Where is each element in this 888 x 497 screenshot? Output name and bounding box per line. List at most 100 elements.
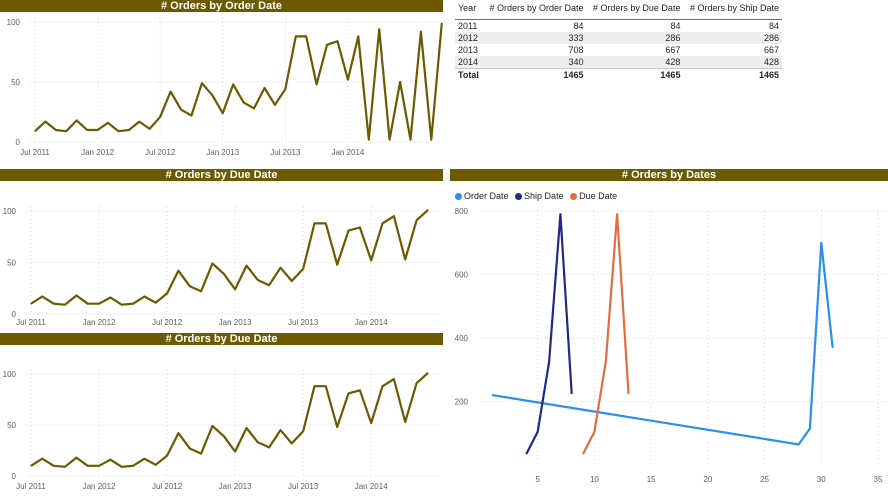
chart-orders-by-due-date-2[interactable]: # Orders by Due Date 0 50 100 Jul 2011 Jan 2…: [0, 333, 443, 497]
data-point: [268, 284, 270, 286]
data-point: [295, 35, 297, 38]
column-header[interactable]: # Orders by Order Date: [482, 0, 587, 20]
data-point: [430, 139, 432, 141]
table-cell: 428: [586, 56, 684, 69]
data-point: [415, 382, 418, 384]
data-point: [107, 122, 109, 124]
data-point: [809, 427, 811, 430]
series-line: [30, 209, 429, 306]
chart-orders-by-order-date[interactable]: # Orders by Order Date 0 50 100 Jul 2011 Jan…: [0, 0, 443, 160]
data-point: [245, 264, 248, 267]
table-total-row: Total 1465 1465 1465: [455, 68, 782, 81]
data-point: [169, 91, 172, 93]
data-point: [347, 229, 350, 232]
data-point: [491, 394, 493, 396]
data-point: [605, 361, 607, 363]
data-point: [370, 422, 372, 424]
y-tick-label: 0: [16, 138, 21, 147]
x-tick-label: Jul 2011: [20, 148, 50, 157]
data-point: [166, 292, 168, 294]
data-point: [525, 453, 527, 455]
data-point: [415, 219, 418, 221]
y-tick-label: 100: [7, 18, 21, 27]
legend-label: Due Date: [579, 191, 618, 201]
data-point: [336, 263, 338, 266]
data-point: [268, 446, 270, 449]
data-point: [211, 94, 213, 96]
data-point: [274, 104, 276, 106]
table-cell: 84: [573, 21, 584, 31]
column-header[interactable]: # Orders by Due Date: [586, 0, 684, 20]
x-tick-label: Jan 2012: [83, 482, 116, 491]
table-header-row: Year # Orders by Order Date # Orders by …: [455, 0, 782, 20]
data-point: [189, 285, 191, 287]
data-point: [420, 31, 422, 33]
y-tick-label: 50: [7, 421, 16, 430]
x-tick-label: Jul 2013: [288, 482, 319, 491]
table-cell: 667: [665, 45, 681, 55]
data-point: [98, 465, 100, 467]
data-point: [399, 81, 401, 83]
data-point: [325, 385, 327, 387]
data-point: [234, 450, 236, 453]
y-tick-label: 50: [11, 78, 20, 87]
data-point: [404, 421, 406, 423]
x-tick-label: 30: [817, 475, 826, 484]
orders-matrix-table: Year # Orders by Order Date # Orders by …: [455, 0, 782, 81]
legend-item[interactable]: Due Date: [570, 191, 617, 201]
series-line: [492, 241, 834, 446]
table-cell: 84: [670, 21, 681, 31]
data-point: [109, 459, 111, 461]
line-chart-svg: 0 50 100 Jul 2011 Jan 2012 Jul 2012 Jan 2013 Ju…: [7, 18, 443, 157]
data-point: [537, 431, 539, 433]
table-cell: 84: [768, 21, 779, 31]
column-header[interactable]: # Orders by Ship Date: [683, 0, 782, 20]
chart-orders-by-due-date[interactable]: # Orders by Due Date 0 50 100 Jul 2011 Jan 2…: [0, 169, 443, 329]
data-point: [427, 372, 429, 374]
data-point: [336, 426, 338, 428]
data-point: [571, 392, 573, 395]
data-point: [41, 458, 43, 460]
table-cell: 1465: [683, 68, 782, 81]
column-header[interactable]: Year: [455, 0, 483, 20]
data-point: [155, 464, 157, 466]
legend-label: Order Date: [464, 191, 509, 201]
data-point: [190, 115, 193, 117]
data-point: [75, 294, 77, 297]
line-chart-svg: 200 400 600 800 5 10 15 20 25 30 35: [455, 207, 886, 484]
data-point: [53, 303, 55, 305]
data-point: [96, 129, 99, 131]
data-point: [378, 28, 380, 30]
x-tick-label: Jan 2012: [83, 318, 116, 327]
table-cell: 1465: [482, 68, 587, 81]
data-point: [201, 82, 203, 84]
x-tick-label: Jul 2012: [152, 482, 183, 491]
data-point: [200, 452, 202, 455]
data-point: [381, 385, 384, 387]
data-point: [302, 430, 304, 432]
data-point: [370, 259, 372, 262]
data-point: [441, 22, 443, 24]
line-chart-svg: 0 50 100 Jul 2011 Jan 2012 Jul 2012 Jan 2013 Ju…: [3, 370, 440, 491]
legend-marker: [570, 193, 578, 200]
y-tick-label: 100: [3, 370, 17, 379]
legend-label: Ship Date: [524, 191, 564, 201]
data-point: [121, 466, 123, 468]
table-cell: 428: [683, 56, 782, 69]
legend-item[interactable]: Ship Date: [515, 191, 564, 201]
data-point: [359, 389, 361, 391]
data-point: [427, 209, 429, 211]
data-point: [211, 425, 214, 427]
data-point: [138, 121, 140, 123]
data-point: [245, 427, 248, 429]
y-tick-label: 800: [455, 207, 469, 216]
data-point: [389, 139, 391, 141]
chart-orders-by-dates[interactable]: # Orders by Dates 200 400 600 800 5 10 15 20 25 3…: [450, 169, 888, 497]
data-point: [86, 129, 88, 131]
series-line: [34, 23, 443, 141]
legend-item[interactable]: Order Date: [455, 191, 509, 201]
x-tick-label: Jul 2012: [145, 148, 176, 157]
y-tick-label: 200: [455, 398, 469, 407]
table-cell: 286: [586, 32, 684, 44]
y-tick-label: 100: [3, 207, 17, 216]
